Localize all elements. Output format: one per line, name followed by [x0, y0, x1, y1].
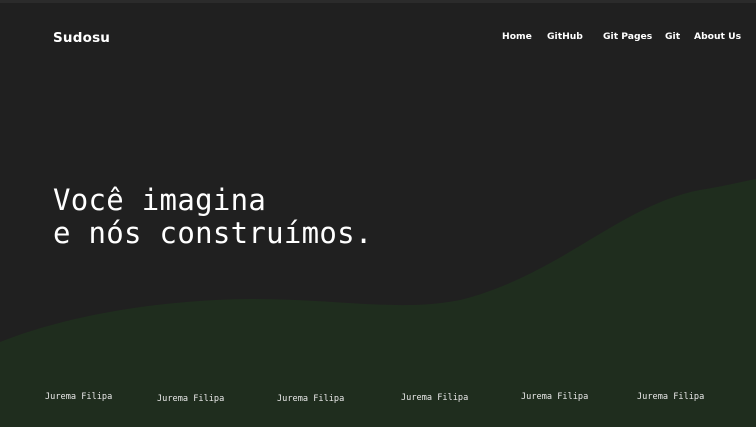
- hero-heading: Você imagina e nós construímos.: [53, 184, 373, 250]
- hero-line-1: Você imagina: [53, 183, 267, 217]
- nav-github-link[interactable]: GitHub: [547, 31, 583, 42]
- member-name: Jurema Filipa: [637, 392, 705, 402]
- team-members: Jurema Filipa Jurema Filipa Jurema Filip…: [0, 390, 756, 406]
- nav-git-link[interactable]: Git: [665, 31, 680, 42]
- member-name: Jurema Filipa: [401, 393, 469, 403]
- hero-line-2: e nós construímos.: [53, 216, 373, 250]
- landing-page: Sudosu Home GitHub Git Pages Git About U…: [0, 0, 756, 427]
- member-name: Jurema Filipa: [277, 394, 345, 404]
- member-name: Jurema Filipa: [157, 394, 225, 404]
- nav-about-link[interactable]: About Us: [694, 31, 741, 42]
- nav-home-link[interactable]: Home: [502, 31, 532, 42]
- member-name: Jurema Filipa: [521, 392, 589, 402]
- main-nav: Home GitHub Git Pages Git About Us: [0, 31, 756, 45]
- member-name: Jurema Filipa: [45, 392, 113, 402]
- nav-git-pages-link[interactable]: Git Pages: [603, 31, 652, 42]
